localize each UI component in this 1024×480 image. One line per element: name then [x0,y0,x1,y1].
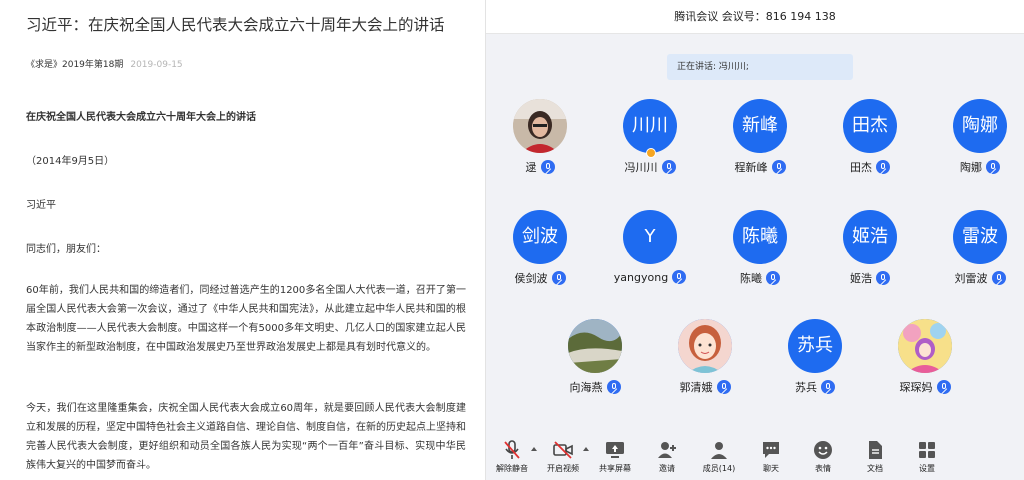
avatar [898,319,952,373]
greeting: 同志们，朋友们： [26,244,106,255]
avatar: 新峰 [733,99,787,153]
article-pane: 习近平：在庆祝全国人民代表大会成立六十周年大会上的讲话 《求是》2019年第18… [0,0,486,480]
participant-tile[interactable]: 剑波 侯剑波 [485,210,595,286]
participant-tile[interactable]: 郭清娥 [650,319,760,395]
article-source[interactable]: 《求是》2019年第18期 [26,60,123,70]
mic-icon[interactable] [672,270,687,284]
mic-icon[interactable] [936,380,951,394]
mic-icon[interactable] [540,160,555,174]
participant-name: 冯川川 [624,161,658,174]
chat-icon [760,439,782,461]
add-user-icon [656,439,678,461]
avatar: 姬浩 [843,210,897,264]
mic-icon[interactable] [551,271,566,285]
mic-icon[interactable] [821,380,835,394]
avatar [513,99,567,153]
grid-icon [916,439,938,461]
participant-name: 刘雷波 [954,272,988,285]
participant-name: 侯剑波 [514,272,548,285]
avatar: 苏兵 [788,319,842,373]
mic-icon[interactable] [716,380,731,394]
host-badge-icon [646,148,656,158]
avatar: 雷波 [953,210,1007,264]
unmute-button[interactable]: 解除静音 [487,439,537,474]
avatar: 剑波 [513,210,567,264]
meeting-title: 腾讯会议 会议号：816 194 138 [486,0,1024,34]
participant-name: 陶娜 [960,161,982,174]
share-screen-icon [604,439,626,461]
participant-name: 逯 [525,161,537,174]
article-title: 习近平：在庆祝全国人民代表大会成立六十周年大会上的讲话 [26,16,445,34]
meeting-toolbar: 解除静音 开启视频 共享屏幕 邀请 成员(14) 聊天 表情 文档 设置 [486,437,1024,480]
avatar [678,319,732,373]
article-date: 2019-09-15 [130,60,183,70]
participant-tile[interactable]: 琛琛妈 [870,319,980,395]
paragraph-2: 今天，我们在这里隆重集会，庆祝全国人民代表大会成立60周年，就是要回顾人民代表大… [26,403,466,471]
participant-tile[interactable]: 川川 冯川川 [595,99,705,175]
share-screen-button[interactable]: 共享屏幕 [590,439,640,474]
participant-tile[interactable]: 向海燕 [540,319,650,395]
participant-name: 向海燕 [569,381,603,394]
article-subtitle: 在庆祝全国人民代表大会成立六十周年大会上的讲话 [26,112,256,123]
chevron-up-icon[interactable] [531,447,537,451]
participant-tile[interactable]: 雷波 刘雷波 [925,210,1024,286]
meeting-pane: 腾讯会议 会议号：816 194 138 正在讲话: 冯川川; 逯 川川 冯川川… [486,0,1024,480]
mic-icon[interactable] [991,271,1006,285]
mic-icon[interactable] [606,380,621,394]
members-icon [708,439,730,461]
mic-icon[interactable] [766,271,780,285]
muted-mic-icon [501,439,523,461]
participant-tile[interactable]: 逯 [485,99,595,175]
chat-button[interactable]: 聊天 [746,439,796,474]
avatar: 田杰 [843,99,897,153]
invite-button[interactable]: 邀请 [642,439,692,474]
mic-icon[interactable] [876,160,890,174]
participant-name: 郭清娥 [679,381,713,394]
smile-icon [812,439,834,461]
article-meta: 《求是》2019年第18期 2019-09-15 [26,57,183,70]
participant-name: 苏兵 [795,381,817,394]
participant-tile[interactable]: 陈曦 陈曦 [705,210,815,286]
participant-name: 姬浩 [850,272,872,285]
video-off-icon [552,439,574,461]
speaking-indicator: 正在讲话: 冯川川; [667,54,853,80]
avatar: 川川 [623,99,677,153]
participant-name: yangyong [613,270,669,284]
mic-icon[interactable] [661,160,676,174]
participant-name: 琛琛妈 [899,381,933,394]
documents-button[interactable]: 文档 [850,439,900,474]
paragraph-1: 60年前，我们人民共和国的缔造者们，同经过普选产生的1200多名全国人大代表一道… [26,285,466,353]
participant-tile[interactable]: 姬浩 姬浩 [815,210,925,286]
document-icon [864,439,886,461]
avatar: 陈曦 [733,210,787,264]
participant-tile[interactable]: Y yangyong [595,210,705,284]
mic-icon[interactable] [771,160,786,174]
participant-name: 程新峰 [734,161,768,174]
participant-name: 田杰 [850,161,872,174]
participant-name: 陈曦 [740,272,762,285]
mic-icon[interactable] [876,271,890,285]
chevron-up-icon[interactable] [583,447,589,451]
members-button[interactable]: 成员(14) [694,439,744,474]
start-video-button[interactable]: 开启视频 [538,439,588,474]
participant-tile[interactable]: 新峰 程新峰 [705,99,815,175]
settings-button[interactable]: 设置 [902,439,952,474]
avatar: 陶娜 [953,99,1007,153]
mic-icon[interactable] [986,160,1000,174]
article-author: 习近平 [26,200,56,211]
participant-tile[interactable]: 田杰 田杰 [815,99,925,175]
avatar: Y [623,210,677,264]
avatar [568,319,622,373]
reactions-button[interactable]: 表情 [798,439,848,474]
participant-tile[interactable]: 陶娜 陶娜 [925,99,1024,175]
participant-tile[interactable]: 苏兵 苏兵 [760,319,870,395]
speech-date: （2014年9月5日） [26,156,115,167]
